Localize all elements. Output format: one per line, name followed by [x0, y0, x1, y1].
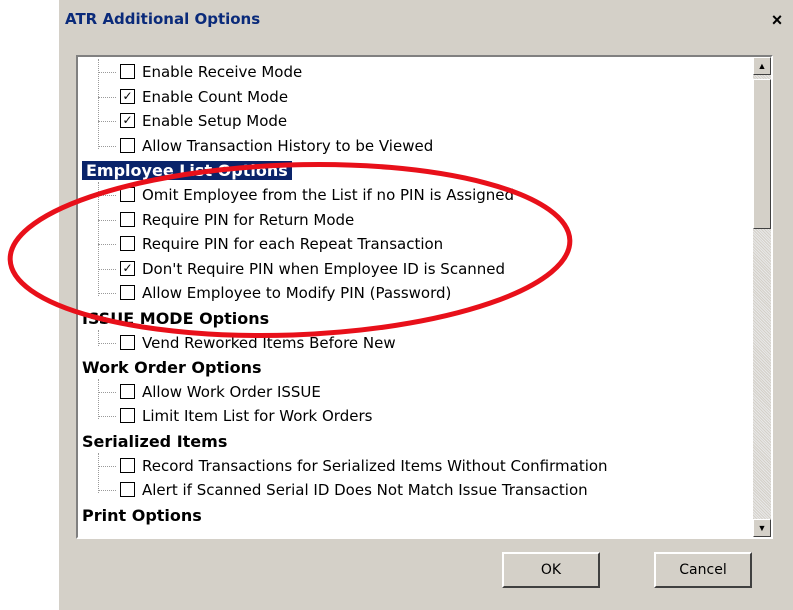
checkbox-unchecked[interactable] — [120, 408, 135, 424]
tree-connector — [98, 244, 116, 246]
option-label: Alert if Scanned Serial ID Does Not Matc… — [142, 481, 588, 500]
group-label: Print Options — [82, 505, 202, 525]
tree-option-item[interactable]: ✓ Enable Count Mode — [98, 88, 288, 112]
tree-connector-line — [98, 59, 99, 149]
option-label: Enable Count Mode — [142, 87, 289, 106]
tree-connector — [98, 219, 116, 221]
tree-connector-line — [98, 182, 99, 297]
tree-group-header[interactable]: Serialized Items — [82, 432, 227, 456]
tree-option-item[interactable]: Record Transactions for Serialized Items… — [98, 457, 608, 481]
checkbox-checked[interactable]: ✓ — [120, 88, 135, 104]
tree-connector — [98, 293, 116, 295]
option-label: Allow Transaction History to be Viewed — [142, 136, 434, 155]
tree-connector — [98, 391, 116, 393]
group-label: Work Order Options — [82, 358, 262, 378]
option-label: Limit Item List for Work Orders — [142, 407, 373, 426]
tree-option-item[interactable]: Limit Item List for Work Orders — [98, 407, 372, 431]
options-tree: Enable Receive Mode ✓ Enable Count Mode ✓ En… — [78, 57, 753, 537]
tree-connector — [98, 465, 116, 467]
close-icon[interactable]: × — [768, 11, 786, 30]
tree-connector-line — [98, 329, 99, 346]
tree-option-item[interactable]: Require PIN for Return Mode — [98, 211, 354, 235]
title-bar[interactable]: ATR Additional Options × — [59, 0, 793, 40]
option-label: Record Transactions for Serialized Items… — [142, 456, 608, 475]
checkbox-unchecked[interactable] — [120, 236, 135, 252]
tree-connector-line — [98, 452, 99, 494]
dialog-title: ATR Additional Options — [65, 10, 261, 28]
tree-option-item[interactable]: Allow Work Order ISSUE — [98, 383, 321, 407]
scroll-up-arrow-icon[interactable]: ▲ — [753, 57, 771, 75]
cancel-button[interactable]: Cancel — [654, 552, 752, 588]
tree-option-item[interactable]: Vend Reworked Items Before New — [98, 334, 396, 358]
tree-option-item[interactable]: Allow Employee to Modify PIN (Password) — [98, 284, 451, 308]
tree-connector — [98, 490, 116, 492]
tree-group-header[interactable]: Print Options — [82, 506, 202, 530]
option-label: Omit Employee from the List if no PIN is… — [142, 186, 515, 204]
tree-group-header[interactable]: Work Order Options — [82, 358, 262, 382]
tree-option-item[interactable]: Require PIN for each Repeat Transaction — [98, 235, 443, 259]
options-tree-list[interactable]: Enable Receive Mode ✓ Enable Count Mode ✓ En… — [76, 55, 773, 539]
tree-option-item[interactable]: ✓ Enable Setup Mode — [98, 112, 287, 136]
tree-connector — [98, 145, 116, 147]
option-label: Enable Receive Mode — [142, 63, 303, 81]
tree-option-item[interactable]: Allow Transaction History to be Viewed — [98, 137, 433, 161]
checkbox-unchecked[interactable] — [120, 285, 135, 301]
option-label: Don't Require PIN when Employee ID is Sc… — [142, 259, 506, 278]
atr-options-dialog: ATR Additional Options × Enable Receive … — [58, 0, 793, 610]
tree-connector — [98, 268, 116, 270]
checkbox-checked[interactable]: ✓ — [120, 113, 135, 129]
tree-connector — [98, 416, 116, 418]
option-label: Require PIN for each Repeat Transaction — [142, 235, 444, 254]
scroll-down-arrow-icon[interactable]: ▼ — [753, 519, 771, 537]
checkbox-unchecked[interactable] — [120, 383, 135, 399]
tree-option-item[interactable]: Enable Receive Mode — [98, 63, 302, 87]
tree-connector — [98, 96, 116, 98]
checkbox-unchecked[interactable] — [120, 64, 135, 79]
checkbox-unchecked[interactable] — [120, 187, 135, 202]
tree-group-header[interactable]: ISSUE MODE Options — [82, 309, 269, 333]
option-label: Vend Reworked Items Before New — [142, 333, 396, 352]
tree-group-header[interactable]: Employee List Options — [82, 161, 292, 185]
group-label: Employee List Options — [82, 161, 292, 181]
tree-option-item[interactable]: Alert if Scanned Serial ID Does Not Matc… — [98, 481, 588, 505]
tree-connector — [98, 121, 116, 123]
checkbox-unchecked[interactable] — [120, 457, 135, 473]
tree-option-item[interactable]: ✓ Don't Require PIN when Employee ID is S… — [98, 260, 505, 284]
group-label: ISSUE MODE Options — [82, 309, 270, 328]
group-label: Serialized Items — [82, 432, 228, 451]
tree-connector-line — [98, 378, 99, 420]
tree-connector — [98, 342, 116, 344]
option-label: Enable Setup Mode — [142, 112, 288, 131]
checkbox-checked[interactable]: ✓ — [120, 260, 135, 276]
vertical-scrollbar[interactable]: ▲ ▼ — [753, 57, 771, 537]
tree-option-item[interactable]: Omit Employee from the List if no PIN is… — [98, 186, 514, 210]
checkbox-unchecked[interactable] — [120, 211, 135, 227]
tree-connector — [98, 72, 116, 73]
checkbox-unchecked[interactable] — [120, 137, 135, 153]
option-label: Require PIN for Return Mode — [142, 210, 355, 229]
option-label: Allow Work Order ISSUE — [142, 382, 321, 401]
scroll-thumb[interactable] — [753, 79, 771, 229]
tree-connector — [98, 195, 116, 196]
checkbox-unchecked[interactable] — [120, 482, 135, 498]
ok-button[interactable]: OK — [502, 552, 600, 588]
option-label: Allow Employee to Modify PIN (Password) — [142, 284, 452, 303]
checkbox-unchecked[interactable] — [120, 334, 135, 350]
